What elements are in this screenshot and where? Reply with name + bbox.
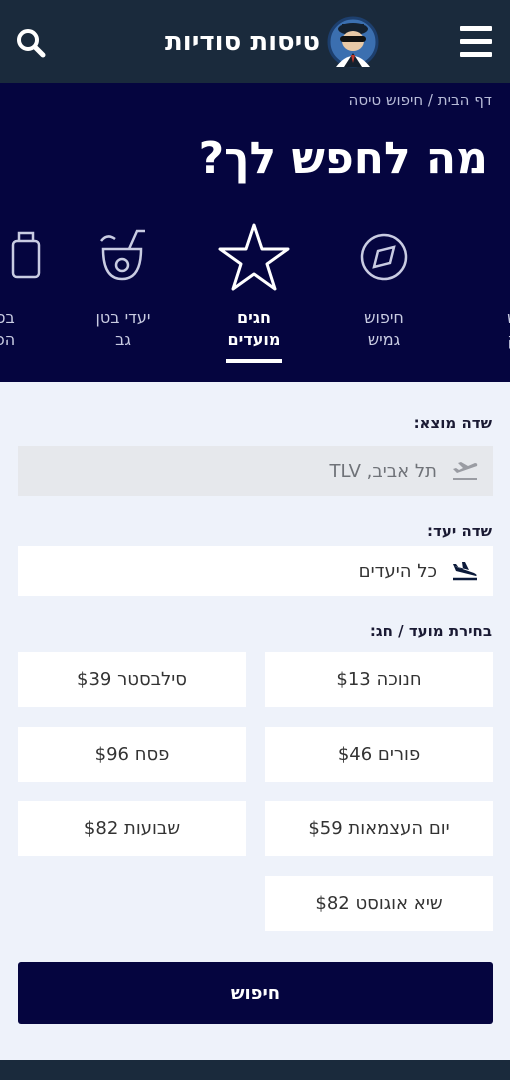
holiday-option[interactable]: פורים $46 xyxy=(265,727,493,782)
page-title: מה לחפש לך? xyxy=(198,133,488,184)
holiday-option[interactable]: יום העצמאות $59 xyxy=(265,801,493,856)
globe-icon xyxy=(479,221,510,293)
category-label-line1: יעדי בטן xyxy=(95,308,151,327)
category-label: בס הפ xyxy=(0,307,65,351)
menu-line xyxy=(460,52,492,57)
category-label-line2: גב xyxy=(115,330,131,349)
footer-bar xyxy=(0,1060,510,1080)
category-suitcase[interactable]: בס הפ xyxy=(0,221,65,351)
category-holidays[interactable]: חגים מועדים xyxy=(194,221,314,363)
search-form: שדה מוצא: תל אביב, TLV שדה יעד: כל היעדי… xyxy=(0,382,510,1060)
holiday-label: בחירת מועד / חג: xyxy=(369,622,492,640)
destination-value: כל היעדים xyxy=(358,560,437,582)
menu-line xyxy=(460,39,492,44)
coconut-drink-icon xyxy=(100,229,145,281)
origin-label: שדה מוצא: xyxy=(413,414,492,432)
category-label-line1: חיפוש xyxy=(364,308,404,327)
brand-name: טיסות סודיות xyxy=(165,27,320,57)
category-label-line1: חגים xyxy=(237,308,271,327)
category-belly-destinations[interactable]: יעדי בטן גב xyxy=(63,221,183,351)
hero-section: דף הבית / חיפוש טיסה מה לחפש לך? בס הפ י… xyxy=(0,83,510,382)
destination-label: שדה יעד: xyxy=(427,522,492,540)
top-bar: טיסות סודיות xyxy=(0,0,510,83)
breadcrumb[interactable]: דף הבית / חיפוש טיסה xyxy=(349,91,492,109)
category-label: חגים מועדים xyxy=(194,307,314,351)
origin-field[interactable]: תל אביב, TLV xyxy=(18,446,493,496)
category-label: חיפוש גמיש xyxy=(324,307,444,351)
holiday-option[interactable]: שבועות $82 xyxy=(18,801,246,856)
category-label-line2: מועדים xyxy=(227,330,281,349)
holiday-option[interactable]: חנוכה $13 xyxy=(265,652,493,707)
plane-landing-icon xyxy=(453,562,477,581)
category-label-line1: בס xyxy=(0,308,15,327)
category-label: יעדי בטן גב xyxy=(63,307,183,351)
category-flexible-search[interactable]: חיפוש גמיש xyxy=(324,221,444,351)
holiday-option[interactable]: שיא אוגוסט $82 xyxy=(265,876,493,931)
suitcase-icon xyxy=(11,231,41,279)
search-submit-button[interactable]: חיפוש xyxy=(18,962,493,1024)
active-tab-indicator xyxy=(226,359,282,363)
category-label-line2: הפ xyxy=(0,330,16,349)
hamburger-menu-icon xyxy=(460,26,492,31)
plane-takeoff-icon xyxy=(453,462,478,480)
holiday-option[interactable]: פסח $96 xyxy=(18,727,246,782)
category-global[interactable]: וש יק xyxy=(455,221,510,351)
menu-button[interactable] xyxy=(456,22,496,62)
star-icon xyxy=(218,223,290,291)
destination-field[interactable]: כל היעדים xyxy=(18,546,493,596)
holiday-option[interactable]: סילבסטר $39 xyxy=(18,652,246,707)
compass-icon xyxy=(360,233,408,281)
search-button[interactable] xyxy=(14,26,48,60)
category-label-line2: גמיש xyxy=(367,330,401,349)
category-label: וש יק xyxy=(455,307,510,351)
search-icon xyxy=(17,29,46,58)
origin-value: תל אביב, TLV xyxy=(329,460,437,482)
spy-mascot-logo xyxy=(327,16,379,68)
brand[interactable]: טיסות סודיות xyxy=(150,12,380,72)
